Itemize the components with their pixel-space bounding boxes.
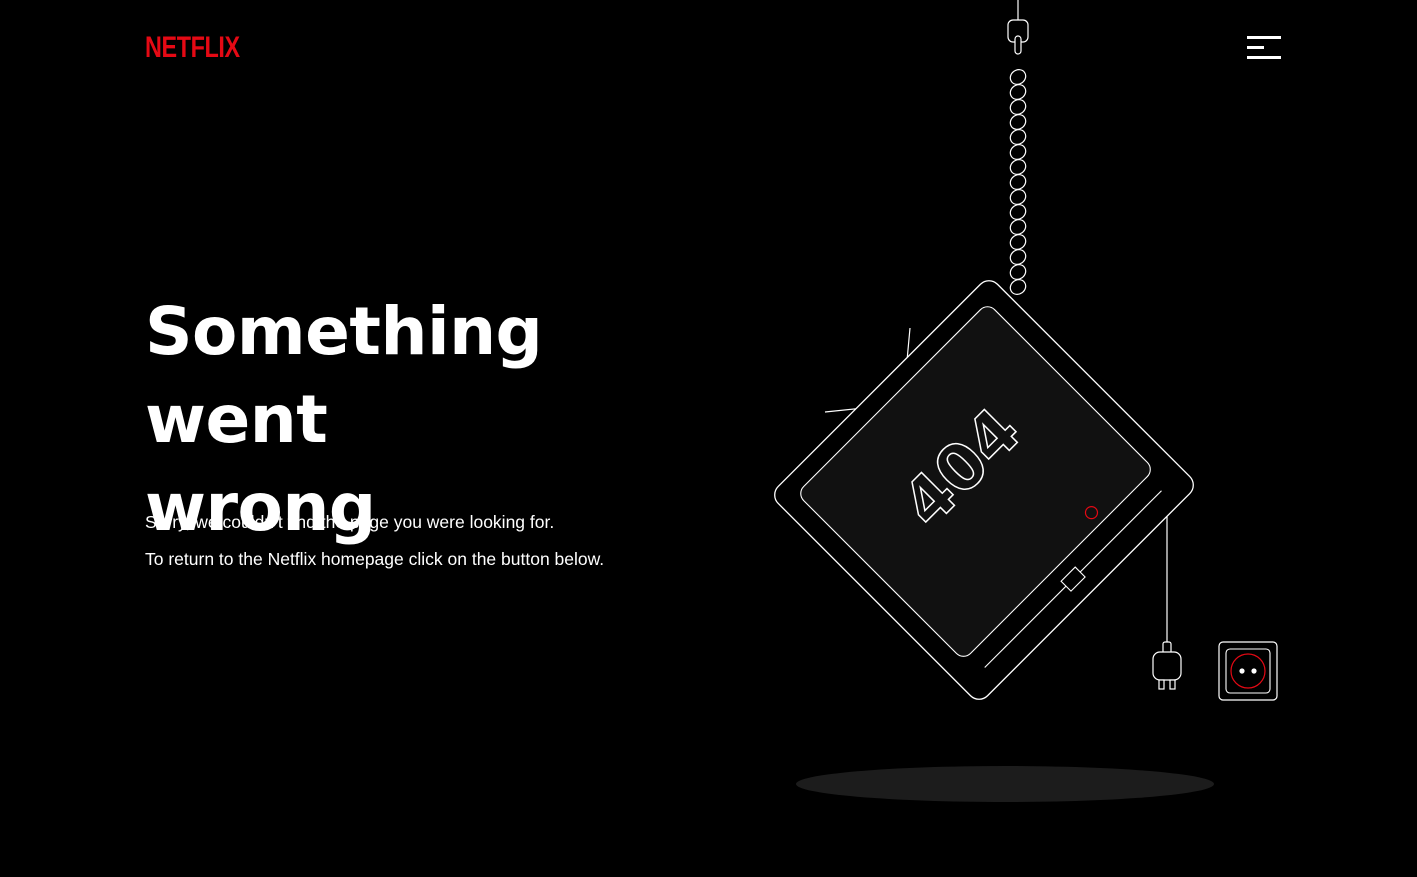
netflix-logo[interactable]: NETFLIX bbox=[145, 33, 240, 63]
wall-outlet-icon bbox=[1218, 641, 1278, 701]
broken-tv-illustration: 404 bbox=[774, 0, 1278, 802]
power-plug-icon bbox=[1152, 641, 1182, 690]
page-title-line-2: wrong bbox=[145, 469, 376, 546]
floor-shadow bbox=[796, 766, 1214, 802]
return-instructions: To return to the Netflix homepage click … bbox=[145, 549, 605, 569]
error-message: Sorry, we couldn’t find the page you wer… bbox=[145, 512, 555, 532]
hook-icon bbox=[1007, 0, 1029, 55]
rope-link bbox=[1009, 279, 1027, 295]
hanging-tv-icon: 404 bbox=[774, 280, 1194, 700]
rope-icon bbox=[1009, 69, 1027, 295]
page-title-line-1: Something went bbox=[145, 293, 543, 458]
